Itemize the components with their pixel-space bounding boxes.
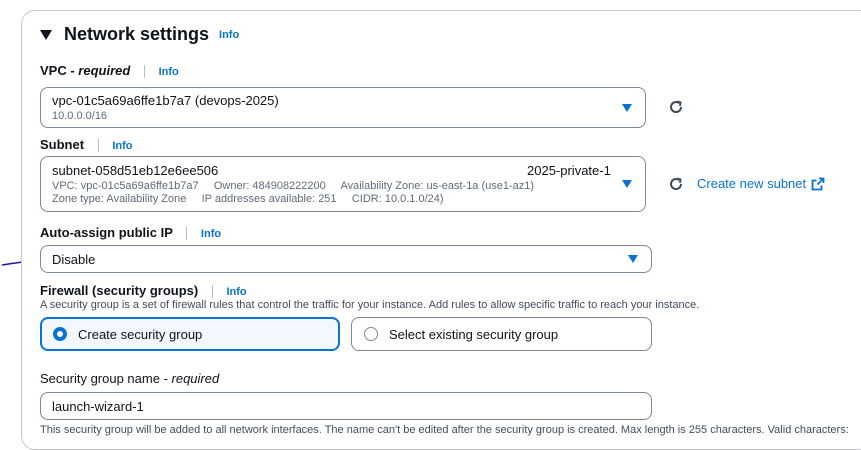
security-group-name-input[interactable] bbox=[40, 392, 652, 420]
create-security-group-option[interactable]: Create security group bbox=[40, 317, 340, 351]
subnet-details-line1: VPC: vpc-01c5a69a6ffe1b7a7 Owner: 484908… bbox=[52, 180, 535, 192]
subnet-select[interactable]: subnet-058d51eb12e6ee506 2025-private-1 … bbox=[40, 156, 646, 212]
public-ip-info-link[interactable]: Info bbox=[201, 228, 221, 240]
sg-name-note: This security group will be added to all… bbox=[40, 424, 849, 436]
caret-down-icon[interactable] bbox=[40, 29, 52, 40]
section-header: Network settings Info bbox=[40, 24, 239, 45]
vpc-cidr: 10.0.0.0/16 bbox=[52, 110, 108, 122]
divider bbox=[143, 65, 145, 79]
section-title: Network settings bbox=[64, 24, 210, 44]
dropdown-caret-icon bbox=[628, 255, 638, 263]
external-link-icon bbox=[811, 177, 825, 190]
subnet-label: Subnet bbox=[40, 137, 85, 152]
select-existing-security-group-option[interactable]: Select existing security group bbox=[351, 317, 652, 351]
firewall-info-link[interactable]: Info bbox=[226, 286, 246, 298]
create-subnet-label: Create new subnet bbox=[697, 176, 807, 191]
public-ip-label-row: Auto-assign public IP Info bbox=[40, 225, 221, 241]
subnet-selected-value: subnet-058d51eb12e6ee506 bbox=[52, 163, 219, 178]
subnet-label-row: Subnet Info bbox=[40, 137, 132, 153]
section-info-link[interactable]: Info bbox=[219, 29, 239, 41]
public-ip-select[interactable]: Disable bbox=[40, 245, 652, 273]
firewall-description: A security group is a set of firewall ru… bbox=[40, 299, 700, 311]
dropdown-caret-icon bbox=[622, 180, 632, 188]
create-security-group-label: Create security group bbox=[78, 326, 203, 342]
divider bbox=[186, 227, 188, 241]
create-subnet-link[interactable]: Create new subnet bbox=[697, 176, 825, 191]
vpc-selected-value: vpc-01c5a69a6ffe1b7a7 (devops-2025) bbox=[52, 93, 279, 108]
public-ip-label: Auto-assign public IP bbox=[40, 225, 173, 240]
vpc-label-row: VPC - required Info bbox=[40, 63, 179, 79]
select-existing-security-group-label: Select existing security group bbox=[389, 326, 559, 342]
subnet-details-line2: Zone type: Availability Zone IP addresse… bbox=[52, 193, 444, 205]
dropdown-caret-icon bbox=[622, 104, 632, 112]
vpc-select[interactable]: vpc-01c5a69a6ffe1b7a7 (devops-2025) 10.0… bbox=[40, 87, 646, 128]
firewall-label-row: Firewall (security groups) Info bbox=[40, 283, 247, 299]
subnet-name: 2025-private-1 bbox=[527, 163, 611, 178]
radio-unselected-icon[interactable] bbox=[364, 327, 378, 341]
refresh-icon[interactable] bbox=[668, 99, 684, 115]
sg-name-required: required bbox=[171, 371, 220, 386]
public-ip-selected-value: Disable bbox=[52, 252, 96, 267]
divider bbox=[211, 285, 213, 299]
divider bbox=[97, 139, 99, 153]
sg-name-label: Security group name - bbox=[40, 371, 172, 386]
vpc-info-link[interactable]: Info bbox=[159, 66, 179, 78]
subnet-info-link[interactable]: Info bbox=[112, 140, 132, 152]
firewall-label: Firewall (security groups) bbox=[40, 283, 199, 298]
vpc-label: VPC - bbox=[40, 63, 79, 78]
radio-selected-icon[interactable] bbox=[53, 327, 67, 341]
sg-name-label-row: Security group name - required bbox=[40, 371, 219, 386]
vpc-required: required bbox=[78, 63, 131, 78]
refresh-icon[interactable] bbox=[668, 176, 684, 192]
